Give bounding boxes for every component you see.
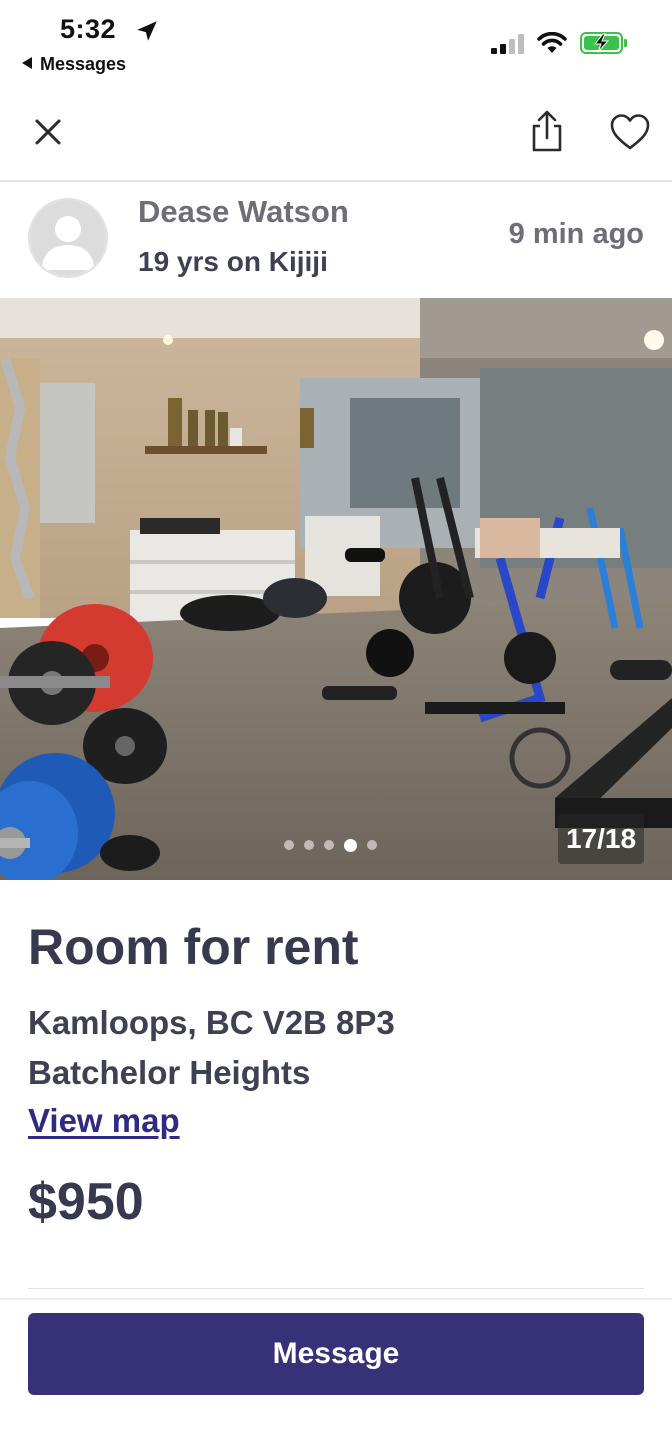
top-nav (0, 90, 672, 182)
gallery-counter: 17/18 (558, 814, 644, 864)
wifi-icon (537, 32, 567, 53)
seller-tenure: 19 yrs on Kijiji (138, 246, 328, 277)
gallery-dots (284, 838, 377, 852)
listing-photo[interactable] (0, 298, 672, 880)
posted-time: 9 min ago (508, 218, 644, 250)
message-button[interactable]: Message (28, 1313, 644, 1395)
heart-icon[interactable] (608, 112, 652, 152)
person-placeholder-icon (30, 200, 106, 276)
address-line-1: Kamloops, BC V2B 8P3 (28, 1004, 395, 1041)
gallery-dot (324, 840, 334, 850)
back-app-label: Messages (40, 54, 127, 74)
listing-price: $950 (28, 1173, 144, 1231)
close-icon[interactable] (28, 112, 68, 152)
location-arrow-icon (137, 21, 157, 41)
listing-title: Room for rent (28, 919, 359, 975)
status-time: 5:32 (60, 14, 117, 44)
gallery-dot (284, 840, 294, 850)
battery-charging-icon (580, 32, 627, 54)
gallery-dot (367, 840, 377, 850)
footer-divider (0, 1298, 672, 1300)
gallery-dot (304, 840, 314, 850)
cellular-signal-icon (491, 34, 524, 54)
back-to-messages-link[interactable]: Messages (22, 54, 126, 75)
divider (28, 1288, 644, 1289)
view-map-link[interactable]: View map (28, 1102, 180, 1140)
seller-name[interactable]: Dease Watson (138, 194, 349, 230)
gallery-dot-active (344, 838, 357, 852)
avatar[interactable] (28, 198, 108, 278)
gym-room-photo (0, 298, 672, 880)
seller-section[interactable]: Dease Watson 19 yrs on Kijiji 9 min ago (0, 182, 672, 296)
back-triangle-icon (22, 57, 32, 69)
share-icon[interactable] (527, 108, 567, 154)
address-line-2: Batchelor Heights (28, 1054, 311, 1091)
